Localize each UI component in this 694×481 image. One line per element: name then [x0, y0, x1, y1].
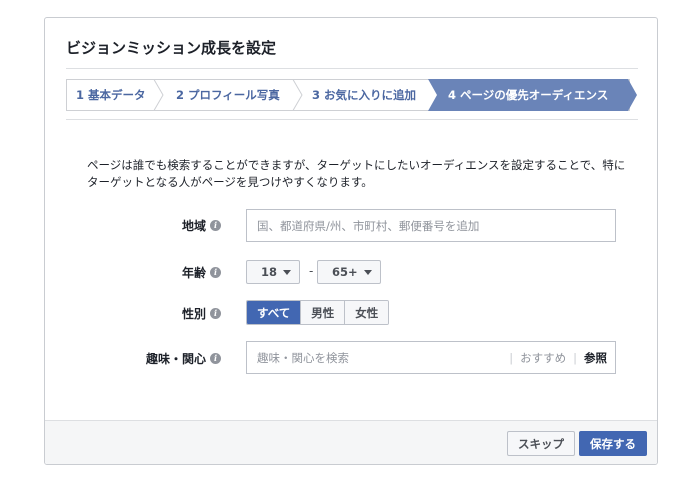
steps-divider [66, 119, 638, 120]
location-input[interactable] [247, 210, 615, 241]
age-max-value: 65+ [332, 265, 358, 279]
info-icon[interactable]: i [210, 220, 221, 231]
info-icon[interactable]: i [210, 353, 221, 364]
interests-actions: | おすすめ | 参照 [509, 342, 607, 373]
step-profile-photo[interactable]: 2 プロフィール写真 [176, 79, 280, 111]
interests-label: 趣味・関心 i [146, 350, 221, 367]
caret-down-icon [363, 269, 372, 275]
location-label-text: 地域 [181, 219, 206, 233]
location-label: 地域 i [182, 217, 221, 234]
location-field[interactable] [246, 209, 616, 242]
info-icon[interactable]: i [210, 308, 221, 319]
dialog-footer: スキップ 保存する [45, 420, 657, 464]
suggestions-link[interactable]: おすすめ [520, 350, 566, 366]
caret-down-icon [283, 269, 292, 275]
audience-dialog: ビジョンミッション成長を設定 1 基本データ 2 プロフィール写真 3 お気に入… [44, 17, 658, 465]
age-min-value: 18 [261, 265, 278, 279]
interests-field[interactable]: | おすすめ | 参照 [246, 341, 616, 374]
dialog-title: ビジョンミッション成長を設定 [66, 39, 277, 57]
step-basic-data[interactable]: 1 基本データ [76, 79, 146, 111]
intro-text: ページは誰でも検索することができますが、ターゲットにしたいオーディエンスを設定す… [87, 158, 626, 189]
skip-button[interactable]: スキップ [507, 431, 575, 456]
gender-male-button[interactable]: 男性 [300, 301, 345, 324]
gender-female-button[interactable]: 女性 [344, 301, 389, 324]
step-preferred-audience[interactable]: 4 ページの優先オーディエンス [448, 79, 608, 111]
title-divider [66, 68, 638, 69]
divider: | [509, 350, 514, 365]
gender-segmented-control: すべて 男性 女性 [246, 300, 390, 325]
age-min-select[interactable]: 18 [246, 260, 301, 284]
step-progress: 1 基本データ 2 プロフィール写真 3 お気に入りに追加 4 ページの優先オー… [66, 79, 638, 111]
age-label: 年齢 i [182, 264, 221, 281]
interests-label-text: 趣味・関心 [145, 352, 206, 366]
age-label-text: 年齢 [181, 266, 206, 280]
gender-all-button[interactable]: すべて [247, 301, 301, 324]
gender-label-text: 性別 [181, 307, 206, 321]
divider: | [573, 350, 577, 365]
age-separator: - [309, 264, 314, 278]
info-icon[interactable]: i [210, 267, 221, 278]
age-max-select[interactable]: 65+ [317, 260, 381, 284]
step-add-favorites[interactable]: 3 お気に入りに追加 [312, 79, 416, 111]
gender-label: 性別 i [182, 305, 221, 322]
browse-link[interactable]: 参照 [584, 350, 607, 366]
save-button[interactable]: 保存する [579, 431, 647, 456]
